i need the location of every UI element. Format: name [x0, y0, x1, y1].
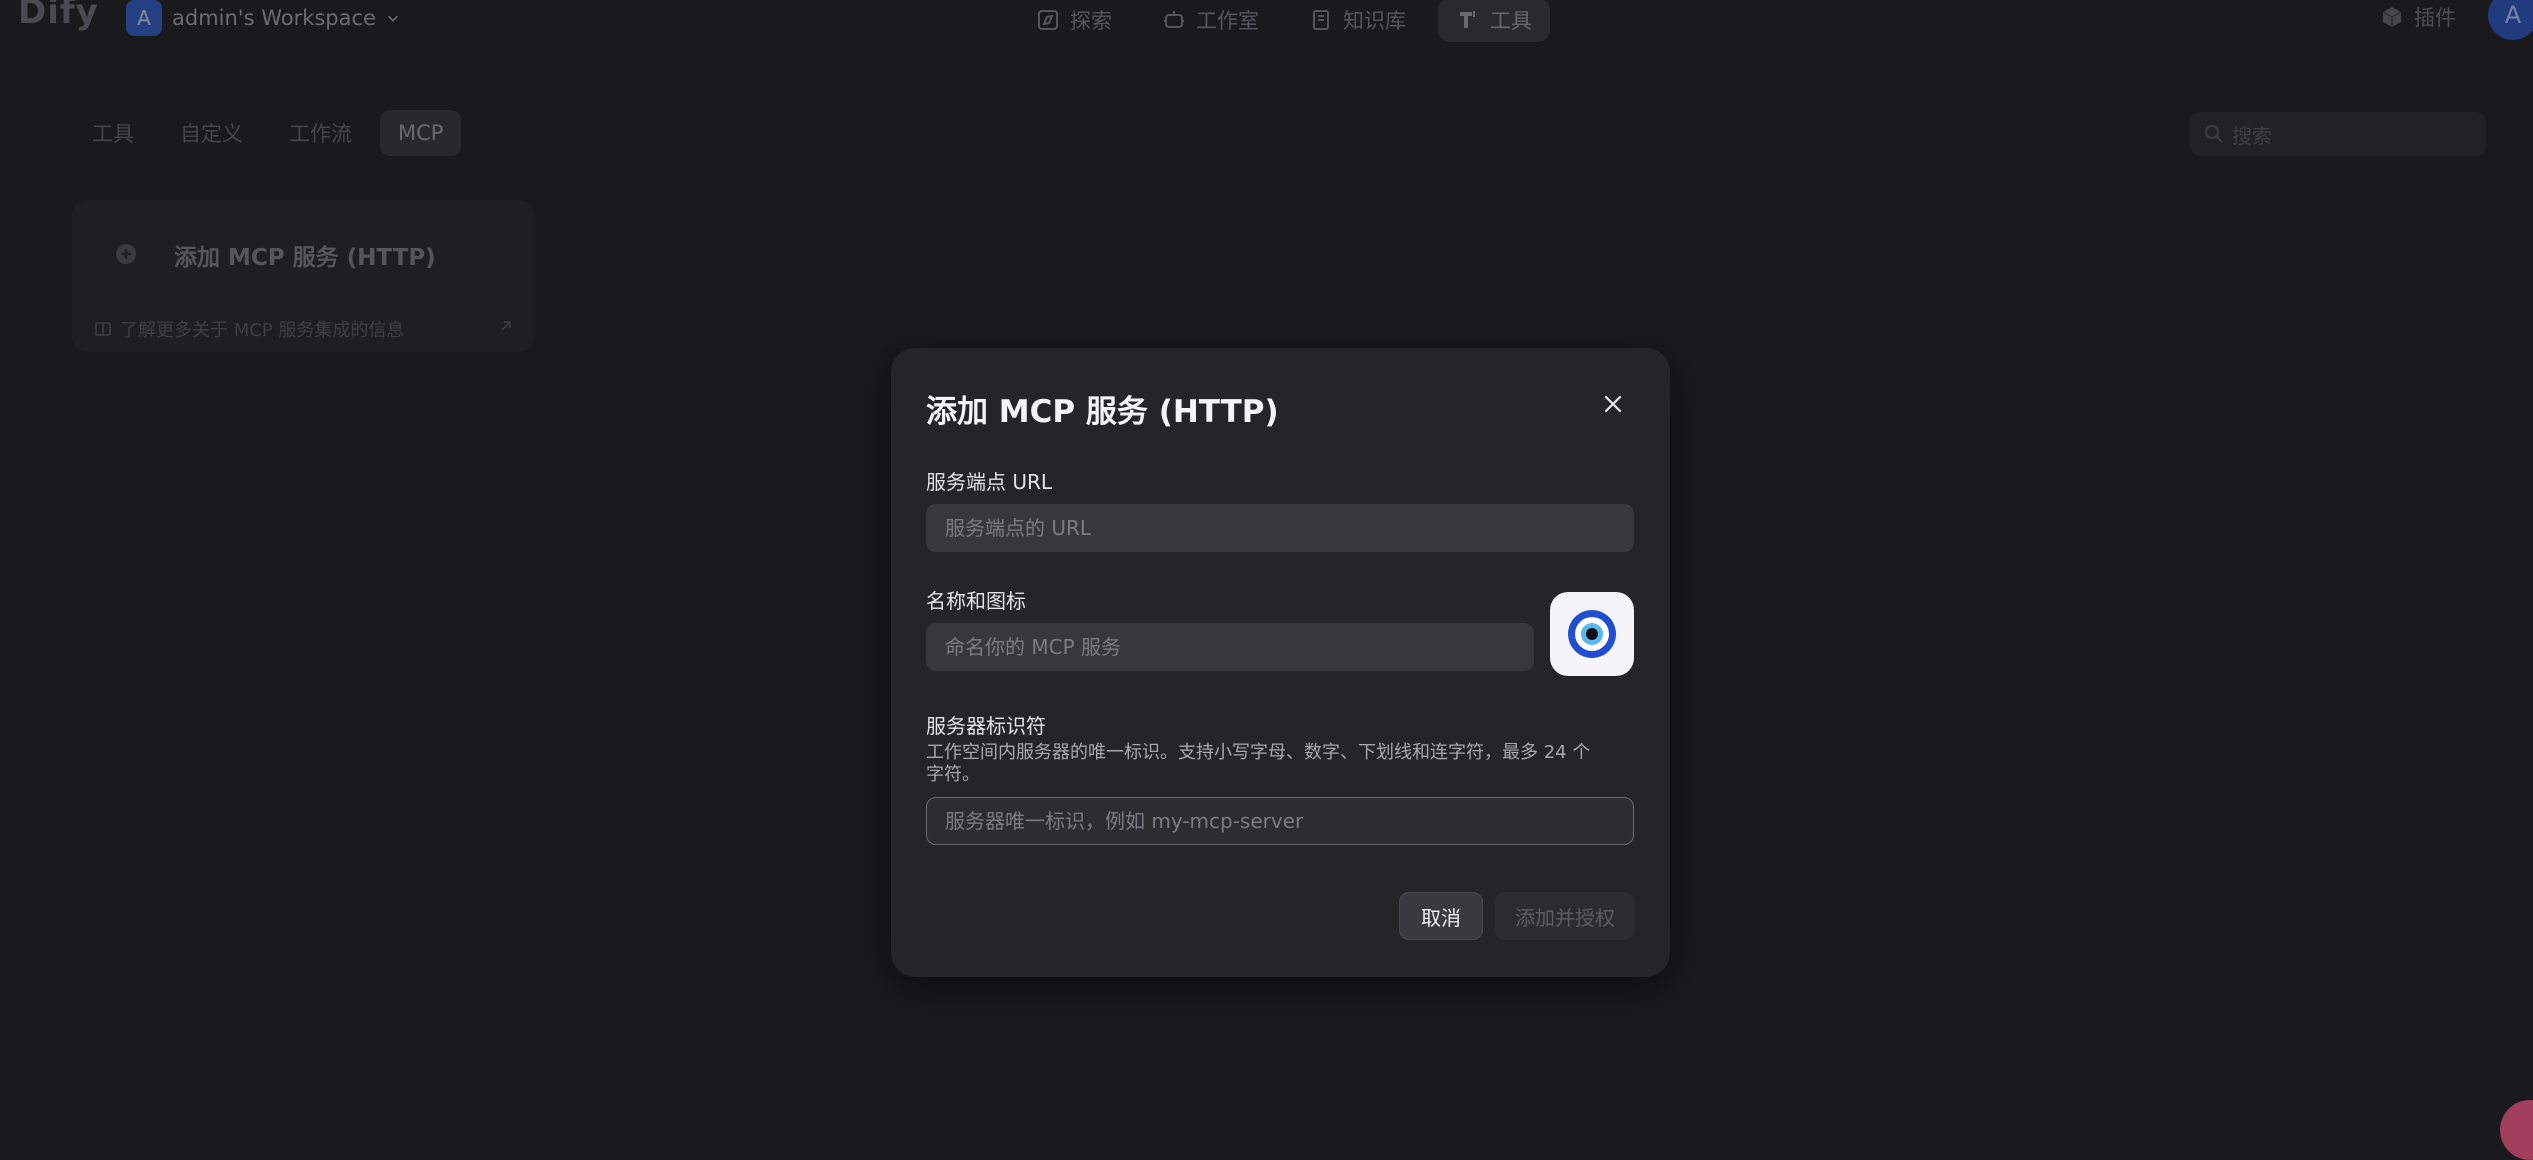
tab-tools[interactable]: 工具 [74, 110, 152, 156]
floating-helper-badge[interactable] [2500, 1100, 2533, 1160]
tab-workflow[interactable]: 工作流 [271, 110, 370, 156]
studio-icon [1164, 11, 1184, 28]
close-icon [1604, 395, 1622, 413]
top-bar: Dify A admin's Workspace 探索 工作室 知识库 工具 插… [0, 0, 2533, 44]
close-button[interactable] [1599, 390, 1627, 418]
nav-item-knowledge[interactable]: 知识库 [1291, 0, 1424, 42]
main-nav: 探索 工作室 知识库 工具 [1018, 0, 1550, 42]
explore-icon [1038, 10, 1058, 30]
card-title: 添加 MCP 服务 (HTTP) [174, 245, 436, 271]
add-mcp-dialog: 添加 MCP 服务 (HTTP) 服务端点 URL 名称和图标 服务器标识符 工… [891, 348, 1670, 977]
add-mcp-card[interactable]: 添加 MCP 服务 (HTTP) 了解更多关于 MCP 服务集成的信息 [72, 200, 534, 352]
url-label: 服务端点 URL [926, 470, 1053, 494]
nav-item-studio[interactable]: 工作室 [1144, 0, 1277, 42]
nav-item-label: 工具 [1490, 9, 1532, 33]
workspace-avatar: A [126, 0, 162, 36]
learn-more-label: 了解更多关于 MCP 服务集成的信息 [120, 320, 405, 341]
nav-item-label: 探索 [1070, 9, 1112, 33]
cancel-button[interactable]: 取消 [1399, 892, 1483, 940]
add-circle-icon [116, 244, 136, 264]
workspace-switcher[interactable]: A admin's Workspace [126, 0, 400, 36]
workspace-name: admin's Workspace [172, 6, 376, 30]
tools-icon [1460, 11, 1475, 28]
name-input[interactable] [926, 623, 1534, 671]
tab-custom[interactable]: 自定义 [162, 110, 261, 156]
nav-item-explore[interactable]: 探索 [1018, 0, 1130, 42]
book-icon [95, 322, 111, 336]
icon-picker[interactable] [1550, 592, 1634, 676]
server-id-description: 工作空间内服务器的唯一标识。支持小写字母、数字、下划线和连字符，最多 24 个字… [926, 742, 1591, 785]
search-placeholder: 搜索 [2232, 123, 2272, 148]
learn-more-link[interactable]: 了解更多关于 MCP 服务集成的信息 [94, 316, 404, 342]
app-logo[interactable]: Dify [18, 0, 99, 32]
chevron-down-icon [387, 15, 398, 22]
plugins-label: 插件 [2414, 6, 2456, 30]
name-label: 名称和图标 [926, 589, 1026, 613]
plugins-button[interactable]: 插件 [2380, 2, 2456, 32]
nav-item-label: 工作室 [1196, 9, 1259, 33]
tool-category-tabs: 工具 自定义 工作流 MCP [74, 110, 462, 156]
nav-item-label: 知识库 [1343, 9, 1406, 33]
search-box[interactable]: 搜索 [2190, 112, 2486, 156]
tab-mcp[interactable]: MCP [380, 110, 462, 156]
server-id-input[interactable] [926, 797, 1634, 845]
search-icon [2205, 125, 2223, 143]
server-id-label: 服务器标识符 [926, 714, 1046, 738]
nav-item-tools[interactable]: 工具 [1438, 0, 1550, 42]
url-input[interactable] [926, 504, 1634, 552]
cube-icon [2382, 7, 2402, 27]
user-avatar[interactable]: A [2488, 0, 2533, 40]
dialog-title: 添加 MCP 服务 (HTTP) [926, 394, 1279, 430]
eye-amulet-icon [1568, 610, 1616, 658]
add-and-authorize-button[interactable]: 添加并授权 [1495, 892, 1635, 940]
external-arrow-icon [501, 321, 511, 331]
knowledge-icon [1313, 10, 1329, 30]
